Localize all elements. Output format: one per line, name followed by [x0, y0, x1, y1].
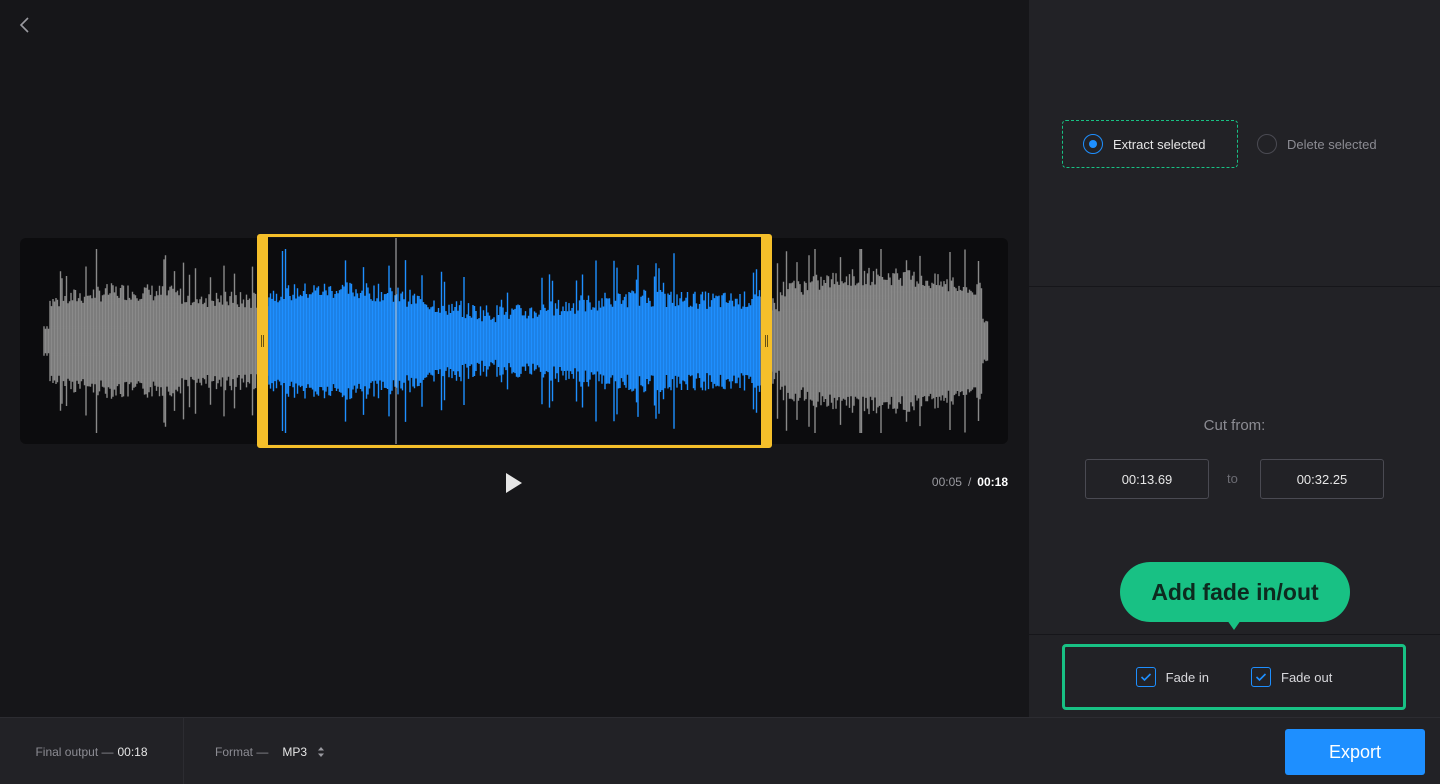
fade-options: Fade in Fade out: [1062, 644, 1406, 710]
time-readout: 00:05 / 00:18: [932, 475, 1008, 489]
delete-radio[interactable]: [1257, 134, 1277, 154]
sort-arrows-icon: [317, 746, 325, 758]
fade-in-checkbox[interactable]: [1135, 667, 1156, 687]
editor-area: 00:05 / 00:18: [0, 0, 1029, 717]
cut-start-input[interactable]: [1085, 459, 1209, 499]
final-output-value: 00:18: [117, 744, 148, 759]
final-output-label: Final output —: [35, 744, 114, 759]
callout-tail: [1227, 620, 1241, 630]
fade-out-checkbox[interactable]: [1251, 667, 1272, 687]
cut-end-input[interactable]: [1260, 459, 1384, 499]
cut-from-title: Cut from:: [1203, 417, 1266, 434]
checkmark-icon: [1140, 673, 1151, 682]
extract-selected-label: Extract selected: [1113, 136, 1206, 152]
play-button[interactable]: [498, 468, 528, 498]
extract-radio[interactable]: [1083, 134, 1103, 154]
waveform-unselected: [43, 249, 989, 433]
waveform: [43, 238, 989, 444]
extract-selected-option[interactable]: Extract selected: [1062, 120, 1238, 168]
total-time: 00:18: [977, 475, 1008, 489]
selection-start-handle[interactable]: [257, 234, 268, 448]
fade-out-label: Fade out: [1281, 669, 1333, 685]
time-separator: /: [967, 475, 972, 489]
delete-selected-label: Delete selected: [1287, 136, 1377, 152]
bottom-bar: Final output — 00:18 Format — MP3 Export: [0, 717, 1440, 784]
fade-in-option[interactable]: Fade in: [1135, 667, 1210, 687]
play-icon: [506, 473, 522, 493]
mode-section: Extract selected Delete selected: [1029, 0, 1440, 287]
fade-in-label: Fade in: [1165, 669, 1210, 685]
audio-cutter-app: 00:05 / 00:18 Extract selected Delete sele…: [0, 0, 1440, 784]
to-label: to: [1227, 471, 1238, 486]
format-select[interactable]: MP3: [282, 745, 325, 759]
fade-callout: Add fade in/out: [1120, 562, 1350, 622]
final-output: Final output — 00:18: [0, 718, 184, 784]
checkmark-icon: [1255, 673, 1267, 682]
settings-panel: Extract selected Delete selected Cut fro…: [1029, 0, 1440, 717]
current-time: 00:05: [931, 475, 962, 489]
waveform-panel[interactable]: [20, 238, 1008, 444]
format-control: Format — MP3: [215, 718, 325, 784]
delete-selected-option[interactable]: Delete selected: [1257, 120, 1417, 168]
format-label: Format —: [215, 744, 269, 759]
waveform-selected: [268, 249, 761, 433]
format-value: MP3: [282, 744, 308, 759]
selection-end-handle[interactable]: [761, 234, 772, 448]
fade-out-option[interactable]: Fade out: [1251, 667, 1332, 687]
export-button[interactable]: Export: [1285, 729, 1425, 775]
back-button[interactable]: [12, 12, 38, 38]
chevron-left-icon: [19, 17, 29, 33]
